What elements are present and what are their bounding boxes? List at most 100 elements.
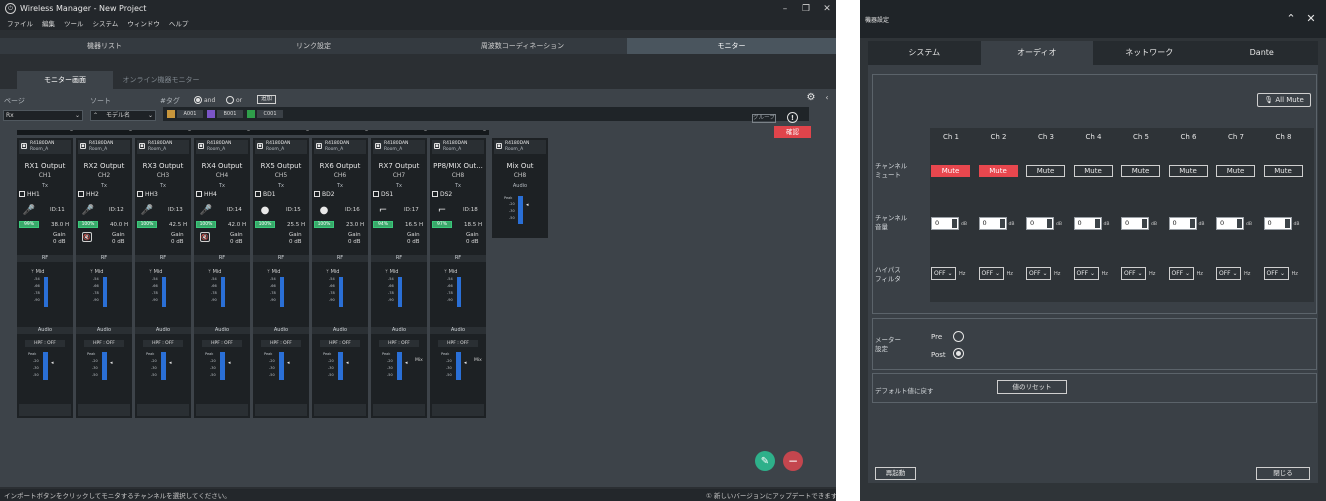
all-mute-button[interactable]: 🎙 All Mute bbox=[1257, 93, 1311, 107]
volume-input[interactable]: 0 bbox=[1026, 217, 1054, 230]
volume-input[interactable]: 0 bbox=[1216, 217, 1244, 230]
volume-input[interactable]: 0 bbox=[1121, 217, 1149, 230]
battery-level: 100% bbox=[78, 221, 98, 228]
add-tag-button[interactable]: 追加 bbox=[257, 95, 276, 104]
tab-monitor-screen[interactable]: モニター画面 bbox=[17, 71, 113, 89]
channel-strip[interactable]: ▪ R4180DAN Room_A PP8/MIX Out... CH8 Tx … bbox=[430, 138, 486, 418]
confirm-button[interactable]: 確認 bbox=[774, 126, 811, 138]
channel-strip[interactable]: ▪ R4180DAN Room_A RX6 Output CH6 Tx BD2 … bbox=[312, 138, 368, 418]
channel-strip[interactable]: ▪ R4180DAN Room_A RX7 Output CH7 Tx DS1 … bbox=[371, 138, 427, 418]
strip-handle[interactable]: – bbox=[371, 127, 430, 135]
channel-strip[interactable]: ▪ R4180DAN Room_A RX4 Output CH4 Tx HH4 … bbox=[194, 138, 250, 418]
mute-button[interactable]: Mute bbox=[1073, 165, 1113, 177]
monitor-subtabs: モニター画面 オンライン機器モニター bbox=[17, 71, 209, 89]
reset-values-button[interactable]: 値のリセット bbox=[997, 380, 1067, 394]
channel-strip[interactable]: ▪ R4180DAN Room_A RX2 Output CH2 Tx HH2 … bbox=[76, 138, 132, 418]
strip-handle[interactable]: – bbox=[194, 127, 253, 135]
hpf-select[interactable]: OFF ⌄ bbox=[978, 267, 1004, 280]
maximize-icon[interactable]: ❐ bbox=[799, 2, 813, 15]
spinner-icon[interactable] bbox=[999, 219, 1005, 228]
spinner-icon[interactable] bbox=[1142, 219, 1147, 228]
update-notice[interactable]: ① 新しいバージョンにアップデートできます bbox=[706, 490, 836, 500]
strip-handle[interactable]: – bbox=[253, 127, 312, 135]
tag-chip[interactable]: A001 bbox=[177, 110, 203, 118]
tab-dante[interactable]: Dante bbox=[1205, 41, 1318, 65]
menu-help[interactable]: ヘルプ bbox=[169, 18, 189, 30]
pre-radio[interactable] bbox=[953, 331, 964, 342]
volume-input[interactable]: 0 bbox=[1263, 217, 1292, 230]
strip-handle[interactable]: – bbox=[135, 127, 194, 135]
tab-link-settings[interactable]: リンク設定 bbox=[209, 38, 418, 54]
tab-online-device-monitor[interactable]: オンライン機器モニター bbox=[113, 71, 209, 89]
page-select[interactable]: Rx ⌄ bbox=[3, 110, 83, 121]
tab-device-list[interactable]: 機器リスト bbox=[0, 38, 209, 54]
menu-system[interactable]: システム bbox=[93, 18, 119, 30]
tag-or-radio[interactable] bbox=[226, 96, 234, 104]
spinner-icon[interactable] bbox=[1047, 219, 1052, 228]
tab-frequency-coordination[interactable]: 周波数コーディネーション bbox=[418, 38, 627, 54]
hpf-select[interactable]: OFF ⌄ bbox=[931, 267, 956, 280]
spinner-icon[interactable] bbox=[1094, 219, 1100, 228]
strip-handle[interactable]: – bbox=[312, 127, 371, 135]
strip-channel: CH1 bbox=[38, 172, 52, 179]
mute-button[interactable]: Mute bbox=[1168, 165, 1208, 177]
spinner-icon[interactable] bbox=[1284, 219, 1290, 228]
post-radio[interactable] bbox=[953, 348, 964, 359]
mute-icon[interactable]: 🔇 bbox=[200, 232, 210, 242]
remove-icon[interactable]: − bbox=[783, 451, 803, 471]
hpf-select[interactable]: OFF ⌄ bbox=[1168, 267, 1194, 280]
volume-input[interactable]: 0 bbox=[1168, 217, 1197, 230]
group-button[interactable]: グループ bbox=[752, 114, 776, 123]
alert-icon[interactable]: ! bbox=[787, 112, 798, 123]
mix-strip[interactable]: ▪ R4180DAN Room_A Mix Out CH8 Audio Peak… bbox=[492, 138, 548, 238]
menu-file[interactable]: ファイル bbox=[7, 18, 33, 30]
spinner-icon[interactable] bbox=[1189, 219, 1195, 228]
mute-button[interactable]: Mute bbox=[1026, 165, 1065, 177]
sort-direction-icon[interactable]: ⌃ bbox=[93, 112, 98, 119]
volume-input[interactable]: 0 bbox=[931, 217, 959, 230]
tag-and-radio[interactable] bbox=[194, 96, 202, 104]
menu-window[interactable]: ウィンドウ bbox=[127, 18, 160, 30]
volume-input[interactable]: 0 bbox=[978, 217, 1007, 230]
mute-icon[interactable]: 🔇 bbox=[82, 232, 92, 242]
mute-button[interactable]: Mute bbox=[978, 165, 1018, 177]
sort-select[interactable]: ⌃ モデル名 ⌄ bbox=[90, 110, 156, 121]
mute-button[interactable]: Mute bbox=[1216, 165, 1255, 177]
menu-tools[interactable]: ツール bbox=[64, 18, 84, 30]
mute-button[interactable]: Mute bbox=[1121, 165, 1160, 177]
mute-button[interactable]: Mute bbox=[1263, 165, 1303, 177]
edit-icon[interactable]: ✎ bbox=[755, 451, 775, 471]
strip-handle[interactable]: – bbox=[17, 127, 76, 135]
close-icon[interactable]: ✕ bbox=[1304, 11, 1318, 25]
close-button[interactable]: 閉じる bbox=[1256, 467, 1310, 480]
minimize-icon[interactable]: – bbox=[778, 2, 792, 15]
tab-monitor[interactable]: モニター bbox=[627, 38, 836, 54]
hpf-select[interactable]: OFF ⌄ bbox=[1263, 267, 1289, 280]
reboot-button[interactable]: 再起動 bbox=[875, 467, 916, 480]
spinner-icon[interactable] bbox=[952, 219, 957, 228]
tag-chip[interactable]: C001 bbox=[257, 110, 283, 118]
hpf-select[interactable]: OFF ⌄ bbox=[1073, 267, 1099, 280]
transmitter-name: DS2 bbox=[432, 191, 452, 198]
channel-strip[interactable]: ▪ R4180DAN Room_A RX3 Output CH3 Tx HH3 … bbox=[135, 138, 191, 418]
chevron-up-icon[interactable]: ⌃ bbox=[1284, 11, 1298, 25]
tab-network[interactable]: ネットワーク bbox=[1093, 41, 1206, 65]
tab-audio[interactable]: オーディオ bbox=[980, 41, 1093, 65]
audio-level-mark: Peak bbox=[264, 352, 273, 356]
tab-system[interactable]: システム bbox=[868, 41, 981, 65]
channel-strip[interactable]: ▪ R4180DAN Room_A RX5 Output CH5 Tx BD1 … bbox=[253, 138, 309, 418]
menu-edit[interactable]: 編集 bbox=[42, 18, 55, 30]
tag-chip[interactable]: B001 bbox=[217, 110, 243, 118]
panel-collapse-icon[interactable]: ‹ bbox=[823, 89, 831, 105]
spinner-icon[interactable] bbox=[1237, 219, 1242, 228]
volume-input[interactable]: 0 bbox=[1073, 217, 1102, 230]
mute-button[interactable]: Mute bbox=[931, 165, 970, 177]
hpf-select[interactable]: OFF ⌄ bbox=[1026, 267, 1051, 280]
channel-strip[interactable]: ▪ R4180DAN Room_A RX1 Output CH1 Tx HH1 … bbox=[17, 138, 73, 418]
strip-handle[interactable]: – bbox=[430, 127, 489, 135]
close-icon[interactable]: ✕ bbox=[820, 2, 834, 15]
strip-handle[interactable]: – bbox=[76, 127, 135, 135]
hpf-select[interactable]: OFF ⌄ bbox=[1121, 267, 1146, 280]
gear-icon[interactable]: ⚙ bbox=[806, 92, 816, 103]
hpf-select[interactable]: OFF ⌄ bbox=[1216, 267, 1241, 280]
